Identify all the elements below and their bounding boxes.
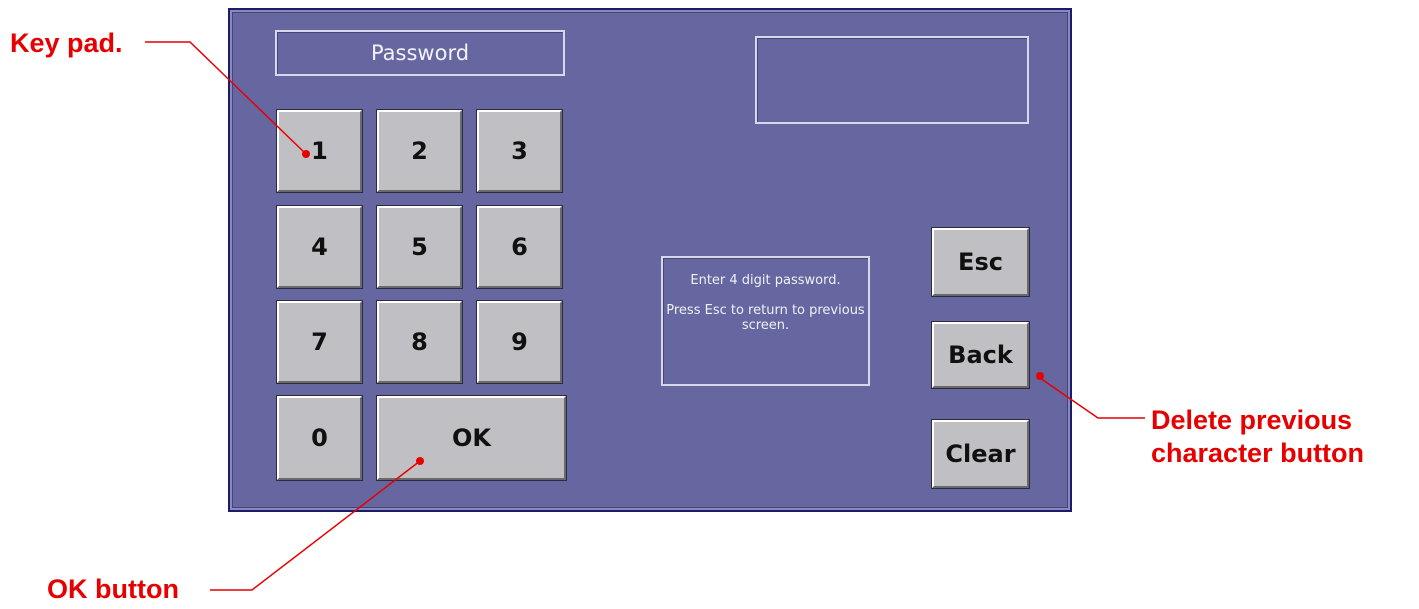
back-button[interactable]: Back xyxy=(931,321,1030,389)
key-7[interactable]: 7 xyxy=(276,300,363,384)
clear-button[interactable]: Clear xyxy=(931,419,1030,489)
password-panel: Password 1 2 3 4 5 6 7 8 9 0 OK Enter 4 … xyxy=(228,8,1072,512)
delete-annotation-line2: character button xyxy=(1151,438,1365,468)
ok-button-annotation: OK button xyxy=(47,574,179,604)
delete-annotation-line1: Delete previous xyxy=(1151,405,1353,435)
password-display xyxy=(755,36,1029,124)
key-5[interactable]: 5 xyxy=(376,205,463,289)
key-1[interactable]: 1 xyxy=(276,109,363,193)
key-3[interactable]: 3 xyxy=(476,109,563,193)
password-title: Password xyxy=(275,30,565,76)
key-9[interactable]: 9 xyxy=(476,300,563,384)
key-4[interactable]: 4 xyxy=(276,205,363,289)
keypad-annotation: Key pad. xyxy=(10,28,123,58)
key-0[interactable]: 0 xyxy=(276,395,363,481)
esc-button[interactable]: Esc xyxy=(931,227,1030,297)
key-6[interactable]: 6 xyxy=(476,205,563,289)
key-2[interactable]: 2 xyxy=(376,109,463,193)
delete-button-annotation: Delete previous character button xyxy=(1151,404,1364,470)
instructions-line2: Press Esc to return to previous screen. xyxy=(666,303,865,333)
key-8[interactable]: 8 xyxy=(376,300,463,384)
instructions-line1: Enter 4 digit password. xyxy=(690,273,841,288)
ok-button[interactable]: OK xyxy=(376,395,567,481)
instructions-box: Enter 4 digit password. Press Esc to ret… xyxy=(661,256,870,386)
